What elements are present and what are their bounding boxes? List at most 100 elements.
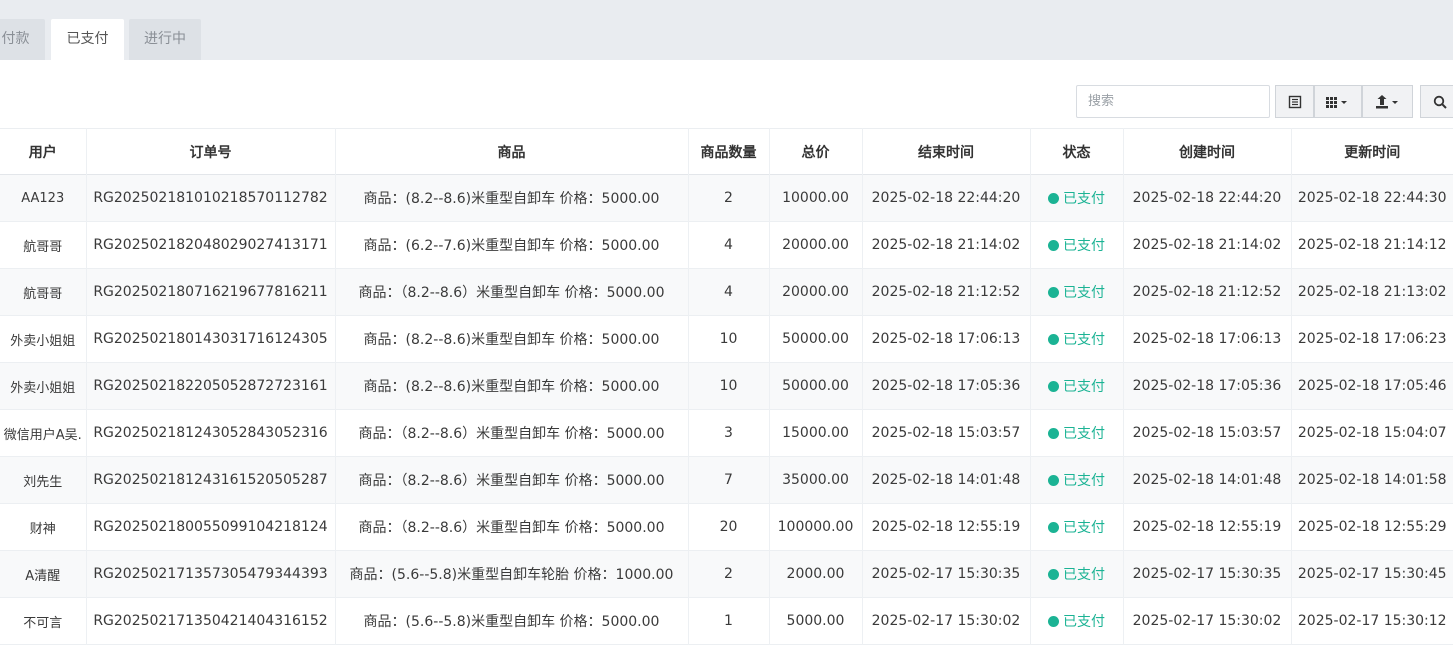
- order-number-cell: RG202502181243161520505287: [85, 456, 335, 504]
- column-header-updated-time[interactable]: 更新时间: [1290, 128, 1453, 175]
- status-badge: 已支付: [1048, 376, 1105, 396]
- search-input[interactable]: [1076, 85, 1270, 118]
- order-number-cell: RG202502181010218570112782: [85, 174, 335, 222]
- column-header-end-time[interactable]: 结束时间: [861, 128, 1030, 175]
- created-time-cell: 2025-02-18 14:01:48: [1122, 456, 1291, 504]
- column-header-quantity[interactable]: 商品数量: [687, 128, 769, 175]
- total-price-cell: 10000.00: [768, 174, 862, 222]
- status-cell: 已支付: [1029, 315, 1123, 363]
- status-label: 已支付: [1063, 285, 1105, 301]
- table-row[interactable]: 不可言 RG202502171350421404316152 商品：(5.6--5.…: [0, 597, 1453, 645]
- total-price-cell: 2000.00: [768, 550, 862, 598]
- updated-time-cell: 2025-02-18 14:01:58: [1290, 456, 1453, 504]
- table-row[interactable]: 外卖小姐姐 RG202502182205052872723161 商品：(8.2--…: [0, 362, 1453, 410]
- updated-time-cell: 2025-02-18 22:44:30: [1290, 174, 1453, 222]
- updated-time-cell: 2025-02-18 15:04:07: [1290, 409, 1453, 457]
- end-time-cell: 2025-02-18 14:01:48: [861, 456, 1030, 504]
- table-row[interactable]: 微信用户A吴. RG202502181243052843052316 商品：（8.2…: [0, 409, 1453, 457]
- order-number-cell: RG202502181243052843052316: [85, 409, 335, 457]
- status-dot-icon: [1048, 521, 1059, 533]
- quantity-cell: 10: [687, 362, 769, 410]
- end-time-cell: 2025-02-17 15:30:02: [861, 597, 1030, 645]
- status-cell: 已支付: [1029, 174, 1123, 222]
- table-row[interactable]: 财神 RG202502180055099104218124 商品：（8.2--8.6…: [0, 503, 1453, 551]
- total-price-cell: 5000.00: [768, 597, 862, 645]
- created-time-cell: 2025-02-18 21:14:02: [1122, 221, 1291, 269]
- status-label: 已支付: [1063, 567, 1105, 583]
- status-label: 已支付: [1063, 426, 1105, 442]
- product-cell: 商品：(6.2--7.6)米重型自卸车 价格：5000.00: [334, 221, 688, 269]
- product-cell: 商品：（8.2--8.6）米重型自卸车 价格：5000.00: [334, 409, 688, 457]
- quantity-cell: 2: [687, 550, 769, 598]
- status-dot-icon: [1048, 568, 1059, 580]
- updated-time-cell: 2025-02-18 21:14:12: [1290, 221, 1453, 269]
- end-time-cell: 2025-02-18 21:14:02: [861, 221, 1030, 269]
- column-header-order-no[interactable]: 订单号: [85, 128, 335, 175]
- updated-time-cell: 2025-02-18 21:13:02: [1290, 268, 1453, 316]
- updated-time-cell: 2025-02-17 15:30:12: [1290, 597, 1453, 645]
- quantity-cell: 1: [687, 597, 769, 645]
- updated-time-cell: 2025-02-18 17:06:23: [1290, 315, 1453, 363]
- status-cell: 已支付: [1029, 221, 1123, 269]
- status-dot-icon: [1048, 380, 1059, 392]
- status-dot-icon: [1048, 239, 1059, 251]
- tab-paid[interactable]: 已支付: [51, 19, 124, 60]
- created-time-cell: 2025-02-18 22:44:20: [1122, 174, 1291, 222]
- toggle-view-button[interactable]: [1275, 85, 1314, 118]
- table-row[interactable]: 航哥哥 RG202502182048029027413171 商品：(6.2--7.…: [0, 221, 1453, 269]
- column-header-product[interactable]: 商品: [334, 128, 688, 175]
- status-cell: 已支付: [1029, 268, 1123, 316]
- tab-in-progress[interactable]: 进行中: [129, 19, 201, 60]
- created-time-cell: 2025-02-18 17:06:13: [1122, 315, 1291, 363]
- table-row[interactable]: 航哥哥 RG202502180716219677816211 商品：（8.2--8.…: [0, 268, 1453, 316]
- table-row[interactable]: 外卖小姐姐 RG202502180143031716124305 商品：(8.2--…: [0, 315, 1453, 363]
- total-price-cell: 15000.00: [768, 409, 862, 457]
- created-time-cell: 2025-02-18 15:03:57: [1122, 409, 1291, 457]
- status-dot-icon: [1048, 427, 1059, 439]
- table-row[interactable]: AA123 RG202502181010218570112782 商品：(8.2--…: [0, 174, 1453, 222]
- user-cell: A清醒: [25, 568, 61, 584]
- total-price-cell: 35000.00: [768, 456, 862, 504]
- table-header-row: 用户 订单号 商品 商品数量 总价 结束时间 状态 创建时间 更新时间: [0, 128, 1453, 175]
- status-badge: 已支付: [1048, 188, 1105, 208]
- total-price-cell: 50000.00: [768, 362, 862, 410]
- status-cell: 已支付: [1029, 362, 1123, 410]
- table-row[interactable]: A清醒 RG202502171357305479344393 商品：(5.6--5.…: [0, 550, 1453, 598]
- table-row[interactable]: 刘先生 RG202502181243161520505287 商品：（8.2--8.…: [0, 456, 1453, 504]
- search-icon: [1433, 95, 1447, 109]
- quantity-cell: 3: [687, 409, 769, 457]
- created-time-cell: 2025-02-17 15:30:35: [1122, 550, 1291, 598]
- search-button[interactable]: [1420, 85, 1453, 118]
- status-label: 已支付: [1063, 614, 1105, 630]
- status-badge: 已支付: [1048, 235, 1105, 255]
- column-header-status[interactable]: 状态: [1029, 128, 1123, 175]
- column-header-user[interactable]: 用户: [0, 129, 86, 175]
- product-cell: 商品：(8.2--8.6)米重型自卸车 价格：5000.00: [334, 174, 688, 222]
- updated-time-cell: 2025-02-17 15:30:45: [1290, 550, 1453, 598]
- columns-dropdown-button[interactable]: [1314, 85, 1362, 118]
- end-time-cell: 2025-02-18 22:44:20: [861, 174, 1030, 222]
- tab-pending-payment[interactable]: 付款: [0, 19, 45, 60]
- order-number-cell: RG202502180143031716124305: [85, 315, 335, 363]
- status-badge: 已支付: [1048, 517, 1105, 537]
- product-cell: 商品：(8.2--8.6)米重型自卸车 价格：5000.00: [334, 362, 688, 410]
- created-time-cell: 2025-02-17 15:30:02: [1122, 597, 1291, 645]
- order-number-cell: RG202502171350421404316152: [85, 597, 335, 645]
- order-number-cell: RG202502182048029027413171: [85, 221, 335, 269]
- export-icon: [1375, 94, 1398, 108]
- column-header-total[interactable]: 总价: [768, 128, 862, 175]
- user-cell: 微信用户A吴.: [3, 427, 82, 443]
- column-header-created-time[interactable]: 创建时间: [1122, 128, 1291, 175]
- export-dropdown-button[interactable]: [1362, 85, 1413, 118]
- user-cell: AA123: [21, 190, 65, 206]
- user-cell: 不可言: [23, 615, 63, 631]
- status-dot-icon: [1048, 286, 1059, 298]
- status-badge: 已支付: [1048, 423, 1105, 443]
- user-cell: 刘先生: [23, 474, 63, 490]
- status-label: 已支付: [1063, 379, 1105, 395]
- quantity-cell: 10: [687, 315, 769, 363]
- total-price-cell: 20000.00: [768, 268, 862, 316]
- columns-icon: [1326, 96, 1347, 108]
- status-label: 已支付: [1063, 473, 1105, 489]
- status-label: 已支付: [1063, 332, 1105, 348]
